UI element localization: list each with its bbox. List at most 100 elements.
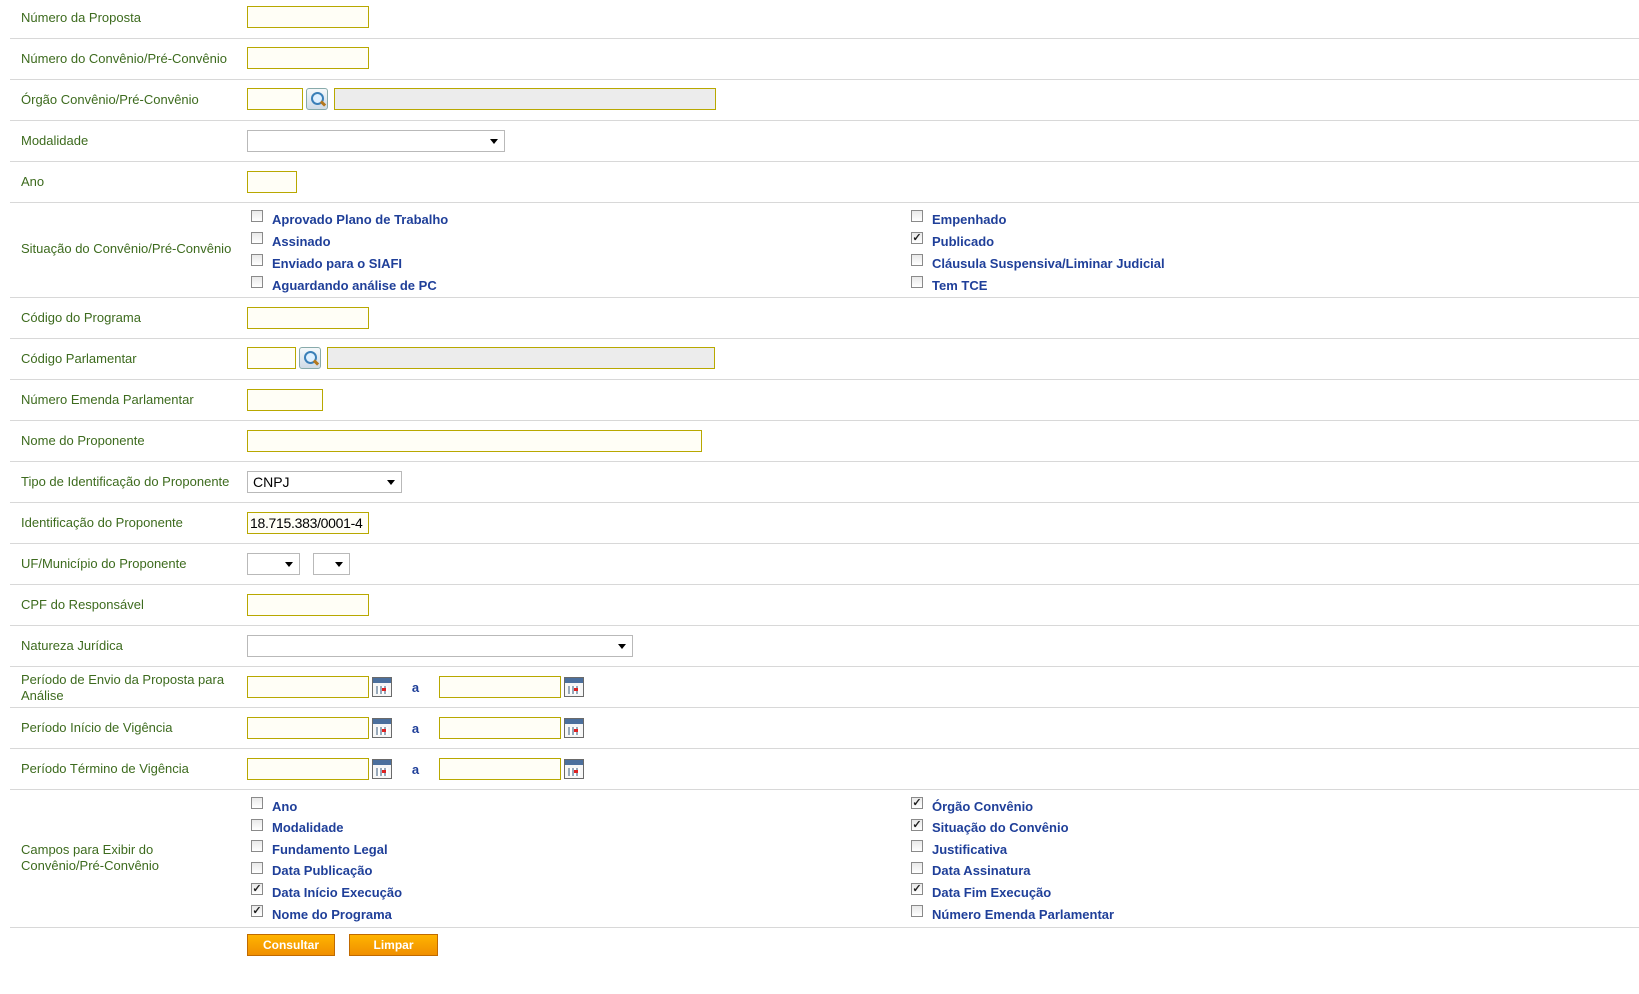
row-tipo-identificacao: Tipo de Identificação do Proponente CNPJ: [10, 462, 1639, 503]
checkbox-unchecked[interactable]: [911, 861, 923, 874]
checkbox-label: Aguardando análise de PC: [272, 277, 437, 293]
municipio-select[interactable]: [313, 553, 350, 575]
checkbox-option[interactable]: Cláusula Suspensiva/Liminar Judicial: [911, 253, 1165, 273]
row-numero-emenda: Número Emenda Parlamentar: [10, 380, 1639, 421]
limpar-button[interactable]: Limpar: [349, 934, 438, 956]
checkbox-checked[interactable]: ✓: [251, 905, 263, 917]
checkbox-option[interactable]: Enviado para o SIAFI: [251, 253, 402, 273]
row-ano: Ano: [10, 162, 1639, 203]
checkbox-unchecked[interactable]: [251, 840, 263, 853]
uf-select[interactable]: [247, 553, 300, 575]
calendar-icon[interactable]: [564, 718, 584, 738]
numero-convenio-input[interactable]: [247, 47, 369, 69]
checkbox-label: Empenhado: [932, 211, 1007, 227]
tipo-identificacao-select[interactable]: CNPJ: [247, 471, 402, 493]
situacao-label: Situação do Convênio/Pré-Convênio: [21, 241, 232, 256]
checkbox-option[interactable]: Número Emenda Parlamentar: [911, 904, 1114, 924]
parlamentar-search-icon[interactable]: [299, 347, 321, 369]
row-numero-convenio: Número do Convênio/Pré-Convênio: [10, 39, 1639, 80]
checkbox-option[interactable]: ✓ Data Início Execução: [251, 882, 402, 902]
checkbox-option[interactable]: ✓ Nome do Programa: [251, 904, 392, 924]
checkbox-unchecked[interactable]: [251, 276, 263, 288]
numero-emenda-input[interactable]: [247, 389, 323, 411]
orgao-search-icon[interactable]: [306, 88, 328, 110]
checkbox-option[interactable]: ✓ Situação do Convênio: [911, 818, 1069, 838]
checkbox-option[interactable]: Empenhado: [911, 209, 1006, 229]
checkbox-unchecked[interactable]: [251, 861, 263, 874]
uf-municipio-label: UF/Município do Proponente: [21, 556, 187, 571]
checkbox-option[interactable]: Data Assinatura: [911, 861, 1031, 881]
checkbox-option[interactable]: Assinado: [251, 231, 331, 251]
checkbox-label: Número Emenda Parlamentar: [932, 906, 1115, 922]
checkbox-option[interactable]: Tem TCE: [911, 275, 987, 295]
checkbox-unchecked[interactable]: [911, 840, 923, 853]
checkbox-unchecked[interactable]: [251, 232, 263, 244]
natureza-juridica-select[interactable]: [247, 635, 633, 657]
chevron-down-icon: [490, 139, 498, 144]
checkbox-option[interactable]: ✓ Órgão Convênio: [911, 796, 1033, 816]
periodo-envio-from-input[interactable]: [247, 676, 369, 698]
row-periodo-inicio: Período Início de Vigência a: [10, 708, 1639, 749]
periodo-inicio-from-input[interactable]: [247, 717, 369, 739]
calendar-icon[interactable]: [372, 677, 392, 697]
calendar-icon[interactable]: [372, 718, 392, 738]
checkbox-checked[interactable]: ✓: [911, 232, 923, 244]
checkbox-unchecked[interactable]: [911, 905, 923, 917]
tipo-identificacao-label: Tipo de Identificação do Proponente: [21, 474, 230, 489]
calendar-icon[interactable]: [372, 759, 392, 779]
cpf-input[interactable]: [247, 594, 369, 616]
checkbox-label: Assinado: [272, 233, 331, 249]
parlamentar-name-input: [327, 347, 715, 369]
checkbox-unchecked[interactable]: [911, 276, 923, 288]
button-bar: Consultar Limpar: [0, 928, 1639, 958]
periodo-termino-to-input[interactable]: [439, 758, 561, 780]
checkbox-unchecked[interactable]: [251, 254, 263, 266]
campos-exibir-label: Campos para Exibir do Convênio/Pré-Convê…: [21, 842, 160, 873]
checkbox-option[interactable]: Justificativa: [911, 839, 1007, 859]
checkbox-option[interactable]: ✓ Data Fim Execução: [911, 882, 1051, 902]
row-modalidade: Modalidade: [10, 121, 1639, 162]
calendar-icon[interactable]: [564, 677, 584, 697]
codigo-programa-input[interactable]: [247, 307, 369, 329]
periodo-termino-from-input[interactable]: [247, 758, 369, 780]
calendar-icon[interactable]: [564, 759, 584, 779]
numero-proposta-input[interactable]: [247, 6, 369, 28]
checkbox-unchecked[interactable]: [911, 254, 923, 266]
ano-input[interactable]: [247, 171, 297, 193]
row-nome-proponente: Nome do Proponente: [10, 421, 1639, 462]
nome-proponente-label: Nome do Proponente: [21, 433, 145, 448]
checkbox-option[interactable]: Data Publicação: [251, 861, 372, 881]
checkbox-label: Justificativa: [932, 841, 1008, 857]
checkbox-option[interactable]: Fundamento Legal: [251, 839, 388, 859]
modalidade-select[interactable]: [247, 130, 505, 152]
checkbox-checked[interactable]: ✓: [911, 797, 923, 809]
checkbox-unchecked[interactable]: [911, 210, 923, 222]
orgao-name-input: [334, 88, 716, 110]
consultar-button[interactable]: Consultar: [247, 934, 335, 956]
checkbox-checked[interactable]: ✓: [251, 883, 263, 896]
periodo-inicio-to-input[interactable]: [439, 717, 561, 739]
row-orgao: Órgão Convênio/Pré-Convênio: [10, 80, 1639, 121]
row-periodo-termino: Período Término de Vigência a: [10, 749, 1639, 790]
checkbox-unchecked[interactable]: [251, 210, 263, 222]
codigo-parlamentar-input[interactable]: [247, 347, 296, 369]
checkbox-unchecked[interactable]: [251, 797, 263, 809]
checkbox-unchecked[interactable]: [251, 818, 263, 831]
checkbox-label: Data Publicação: [272, 863, 373, 879]
checkbox-label: Situação do Convênio: [932, 820, 1069, 836]
checkbox-checked[interactable]: ✓: [911, 818, 923, 831]
chevron-down-icon: [285, 562, 293, 567]
checkbox-option[interactable]: Modalidade: [251, 818, 344, 838]
checkbox-option[interactable]: Ano: [251, 796, 297, 816]
row-uf-municipio: UF/Município do Proponente: [10, 544, 1639, 585]
orgao-code-input[interactable]: [247, 88, 303, 110]
periodo-inicio-separator: a: [411, 720, 420, 736]
checkbox-checked[interactable]: ✓: [911, 883, 923, 896]
periodo-envio-to-input[interactable]: [439, 676, 561, 698]
checkbox-option[interactable]: Aprovado Plano de Trabalho: [251, 209, 448, 229]
row-situacao: Situação do Convênio/Pré-Convênio Aprova…: [10, 203, 1639, 298]
checkbox-option[interactable]: Aguardando análise de PC: [251, 275, 437, 295]
identificacao-input[interactable]: [247, 512, 369, 534]
checkbox-option[interactable]: ✓ Publicado: [911, 231, 994, 251]
nome-proponente-input[interactable]: [247, 430, 702, 452]
